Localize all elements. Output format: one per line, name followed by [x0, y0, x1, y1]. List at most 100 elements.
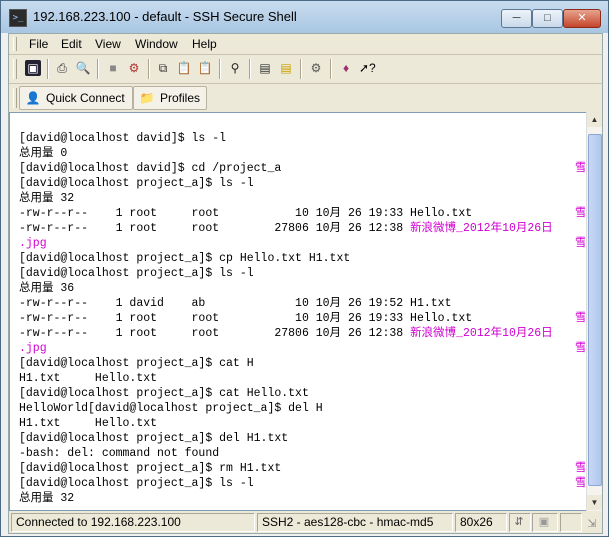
terminal-right-mark: 雪 [575, 236, 585, 251]
close-button[interactable]: ✕ [563, 9, 601, 28]
terminal-line-text: HelloWorld[david@localhost project_a]$ d… [19, 402, 323, 415]
status-connection-text: Connected to 192.168.223.100 [16, 515, 181, 529]
terminal-line-text: [david@localhost project_a]$ ls -l [19, 177, 254, 190]
help-pointer-icon[interactable]: ➚? [359, 60, 376, 76]
terminal-line-text: 总用量 32 [19, 492, 75, 505]
terminal-highlight-text: 新浪微博_2012年10月26日 [410, 222, 553, 235]
minimize-button[interactable]: ─ [501, 9, 532, 28]
terminal-line-text: H1.txt Hello.txt [19, 372, 158, 385]
menu-grip[interactable] [13, 37, 17, 51]
terminal-highlight-text: 新浪微博_2012年10月26日 [410, 327, 553, 340]
quick-connect-label: Quick Connect [46, 91, 125, 105]
new-terminal-icon[interactable]: ▤ [257, 60, 273, 76]
terminal-highlight-text: .jpg [19, 237, 47, 250]
terminal-line-text: 总用量 0 [19, 147, 68, 160]
terminal-line: [david@localhost project_a]$ ls -l [19, 266, 553, 281]
status-size: 80x26 [455, 513, 507, 532]
title-bar[interactable]: >_ 192.168.223.100 - default - SSH Secur… [1, 1, 608, 33]
terminal-line-text: [david@localhost project_a]$ cat Hello.t… [19, 387, 309, 400]
copy-icon[interactable]: ⧉ [155, 60, 171, 76]
print-preview-icon[interactable]: 🔍 [75, 60, 91, 76]
toolbar-separator [219, 59, 221, 79]
terminal-line: 总用量 36 [19, 281, 553, 296]
terminal-right-mark: 雪 [575, 461, 585, 476]
paste-disabled-icon: 📋 [197, 61, 213, 75]
menu-edit[interactable]: Edit [61, 37, 82, 51]
paste-icon[interactable]: 📋 [176, 60, 192, 76]
terminal-right-mark: 雪 [575, 311, 585, 326]
resize-grip-icon[interactable]: ⇲ [585, 517, 599, 531]
terminal-line: H1.txt Hello.txt [19, 416, 553, 431]
close-icon: ✕ [577, 12, 587, 24]
scroll-up-icon[interactable]: ▲ [587, 112, 602, 127]
terminal-line: [david@localhost project_a]$ ls -l [19, 176, 553, 191]
terminal-line: 总用量 32 [19, 191, 553, 206]
maximize-button[interactable]: □ [532, 9, 563, 28]
keys-icon[interactable]: ♦ [338, 60, 354, 76]
terminal-line: [david@localhost project_a]$ ls -l [19, 476, 553, 491]
menu-window[interactable]: Window [135, 37, 178, 51]
terminal-line: [david@localhost david]$ ls -l [19, 131, 553, 146]
terminal-line: -rw-r--r-- 1 root root 10 10月 26 19:33 H… [19, 311, 553, 326]
terminal-line-text: [david@localhost project_a]$ ls -l [19, 267, 254, 280]
toolbar-separator [249, 59, 251, 79]
terminal-output[interactable]: [david@localhost david]$ ls -l 总用量 0 [davi… [9, 112, 587, 511]
maximize-icon: □ [544, 12, 551, 24]
terminal-right-mark: 雪 [575, 341, 585, 356]
terminal-line: .jpg [19, 341, 553, 356]
status-extra-cell [560, 513, 582, 532]
terminal-line: -bash: del: command not found [19, 446, 553, 461]
menu-file[interactable]: File [29, 37, 48, 51]
terminal-line: -rw-r--r-- 1 root root 10 10月 26 19:33 H… [19, 206, 553, 221]
status-connection: Connected to 192.168.223.100 [11, 513, 255, 532]
menu-help[interactable]: Help [192, 37, 217, 51]
toolbar-grip[interactable] [13, 59, 17, 79]
folder-icon: 📁 [139, 91, 155, 105]
toolbar: ▣ ⎙ 🔍 ■ ⚙ ⧉ 📋 📋 ⚲ ▤ ▤ ⚙ ♦ ➚? [9, 55, 602, 84]
app-window: >_ 192.168.223.100 - default - SSH Secur… [0, 0, 609, 537]
find-icon[interactable]: ⚲ [227, 60, 243, 76]
quickbar-grip[interactable] [13, 88, 17, 108]
save-icon[interactable]: ▣ [25, 60, 41, 76]
profiles-button[interactable]: 📁 Profiles [133, 86, 207, 110]
terminal-line: [david@localhost project_a]$ rm H1.txt [19, 461, 553, 476]
terminal-line-text: [david@localhost project_a]$ cp Hello.tx… [19, 252, 351, 265]
terminal-line: -rw-r--r-- 1 root root 27806 10月 26 12:3… [19, 326, 553, 341]
terminal-line: [david@localhost project_a]$ cat H [19, 356, 553, 371]
quick-connect-button[interactable]: 👤 Quick Connect [19, 86, 133, 110]
scroll-down-icon[interactable]: ▼ [587, 495, 602, 510]
terminal-line: .jpg [19, 236, 553, 251]
profiles-icon[interactable]: ⚙ [308, 60, 324, 76]
status-bar: Connected to 192.168.223.100 SSH2 - aes1… [9, 512, 602, 532]
settings-icon[interactable]: ⚙ [126, 60, 142, 76]
vertical-scrollbar[interactable]: ▲ ▼ [586, 112, 602, 511]
terminal-line-text: -rw-r--r-- 1 root root 10 10月 26 19:33 H… [19, 312, 473, 325]
terminal-right-mark: 雪 [575, 161, 585, 176]
terminal-line-text: -rw-r--r-- 1 root root 10 10月 26 19:33 H… [19, 207, 473, 220]
quick-bar: 👤 Quick Connect 📁 Profiles [9, 84, 602, 111]
menu-view[interactable]: View [95, 37, 121, 51]
toolbar-separator [97, 59, 99, 79]
terminal-line: [david@localhost project_a]$ del H1.txt [19, 431, 553, 446]
terminal-line: [david@localhost project_a]$ cp Hello.tx… [19, 251, 553, 266]
toolbar-separator [47, 59, 49, 79]
terminal-line-text: [david@localhost project_a]$ rm H1.txt [19, 462, 282, 475]
status-cipher: SSH2 - aes128-cbc - hmac-md5 [257, 513, 453, 532]
print-icon[interactable]: ⎙ [54, 60, 70, 76]
toolbar-separator [148, 59, 150, 79]
terminal-line-text: 总用量 36 [19, 282, 75, 295]
window-title: 192.168.223.100 - default - SSH Secure S… [33, 9, 297, 24]
terminal-line-text: -bash: del: command not found [19, 447, 220, 460]
terminal-line-text: -rw-r--r-- 1 root root 27806 10月 26 12:3… [19, 327, 411, 340]
ssh-terminal-icon[interactable]: >_ [9, 9, 27, 27]
terminal-line: HelloWorld[david@localhost project_a]$ d… [19, 401, 553, 416]
terminal-right-mark: 雪 [575, 206, 585, 221]
terminal-line: [david@localhost david]$ cd /project_a [19, 161, 553, 176]
disconnect-icon[interactable]: ■ [105, 60, 121, 76]
terminal-line-text: H1.txt Hello.txt [19, 417, 158, 430]
transfer-icon: ⇵ [514, 516, 524, 528]
scrollbar-thumb[interactable] [588, 134, 602, 486]
new-file-transfer-icon[interactable]: ▤ [278, 60, 294, 76]
terminal-line-text: [david@localhost david]$ ls -l [19, 132, 227, 145]
terminal-line: 总用量 32 [19, 491, 553, 506]
